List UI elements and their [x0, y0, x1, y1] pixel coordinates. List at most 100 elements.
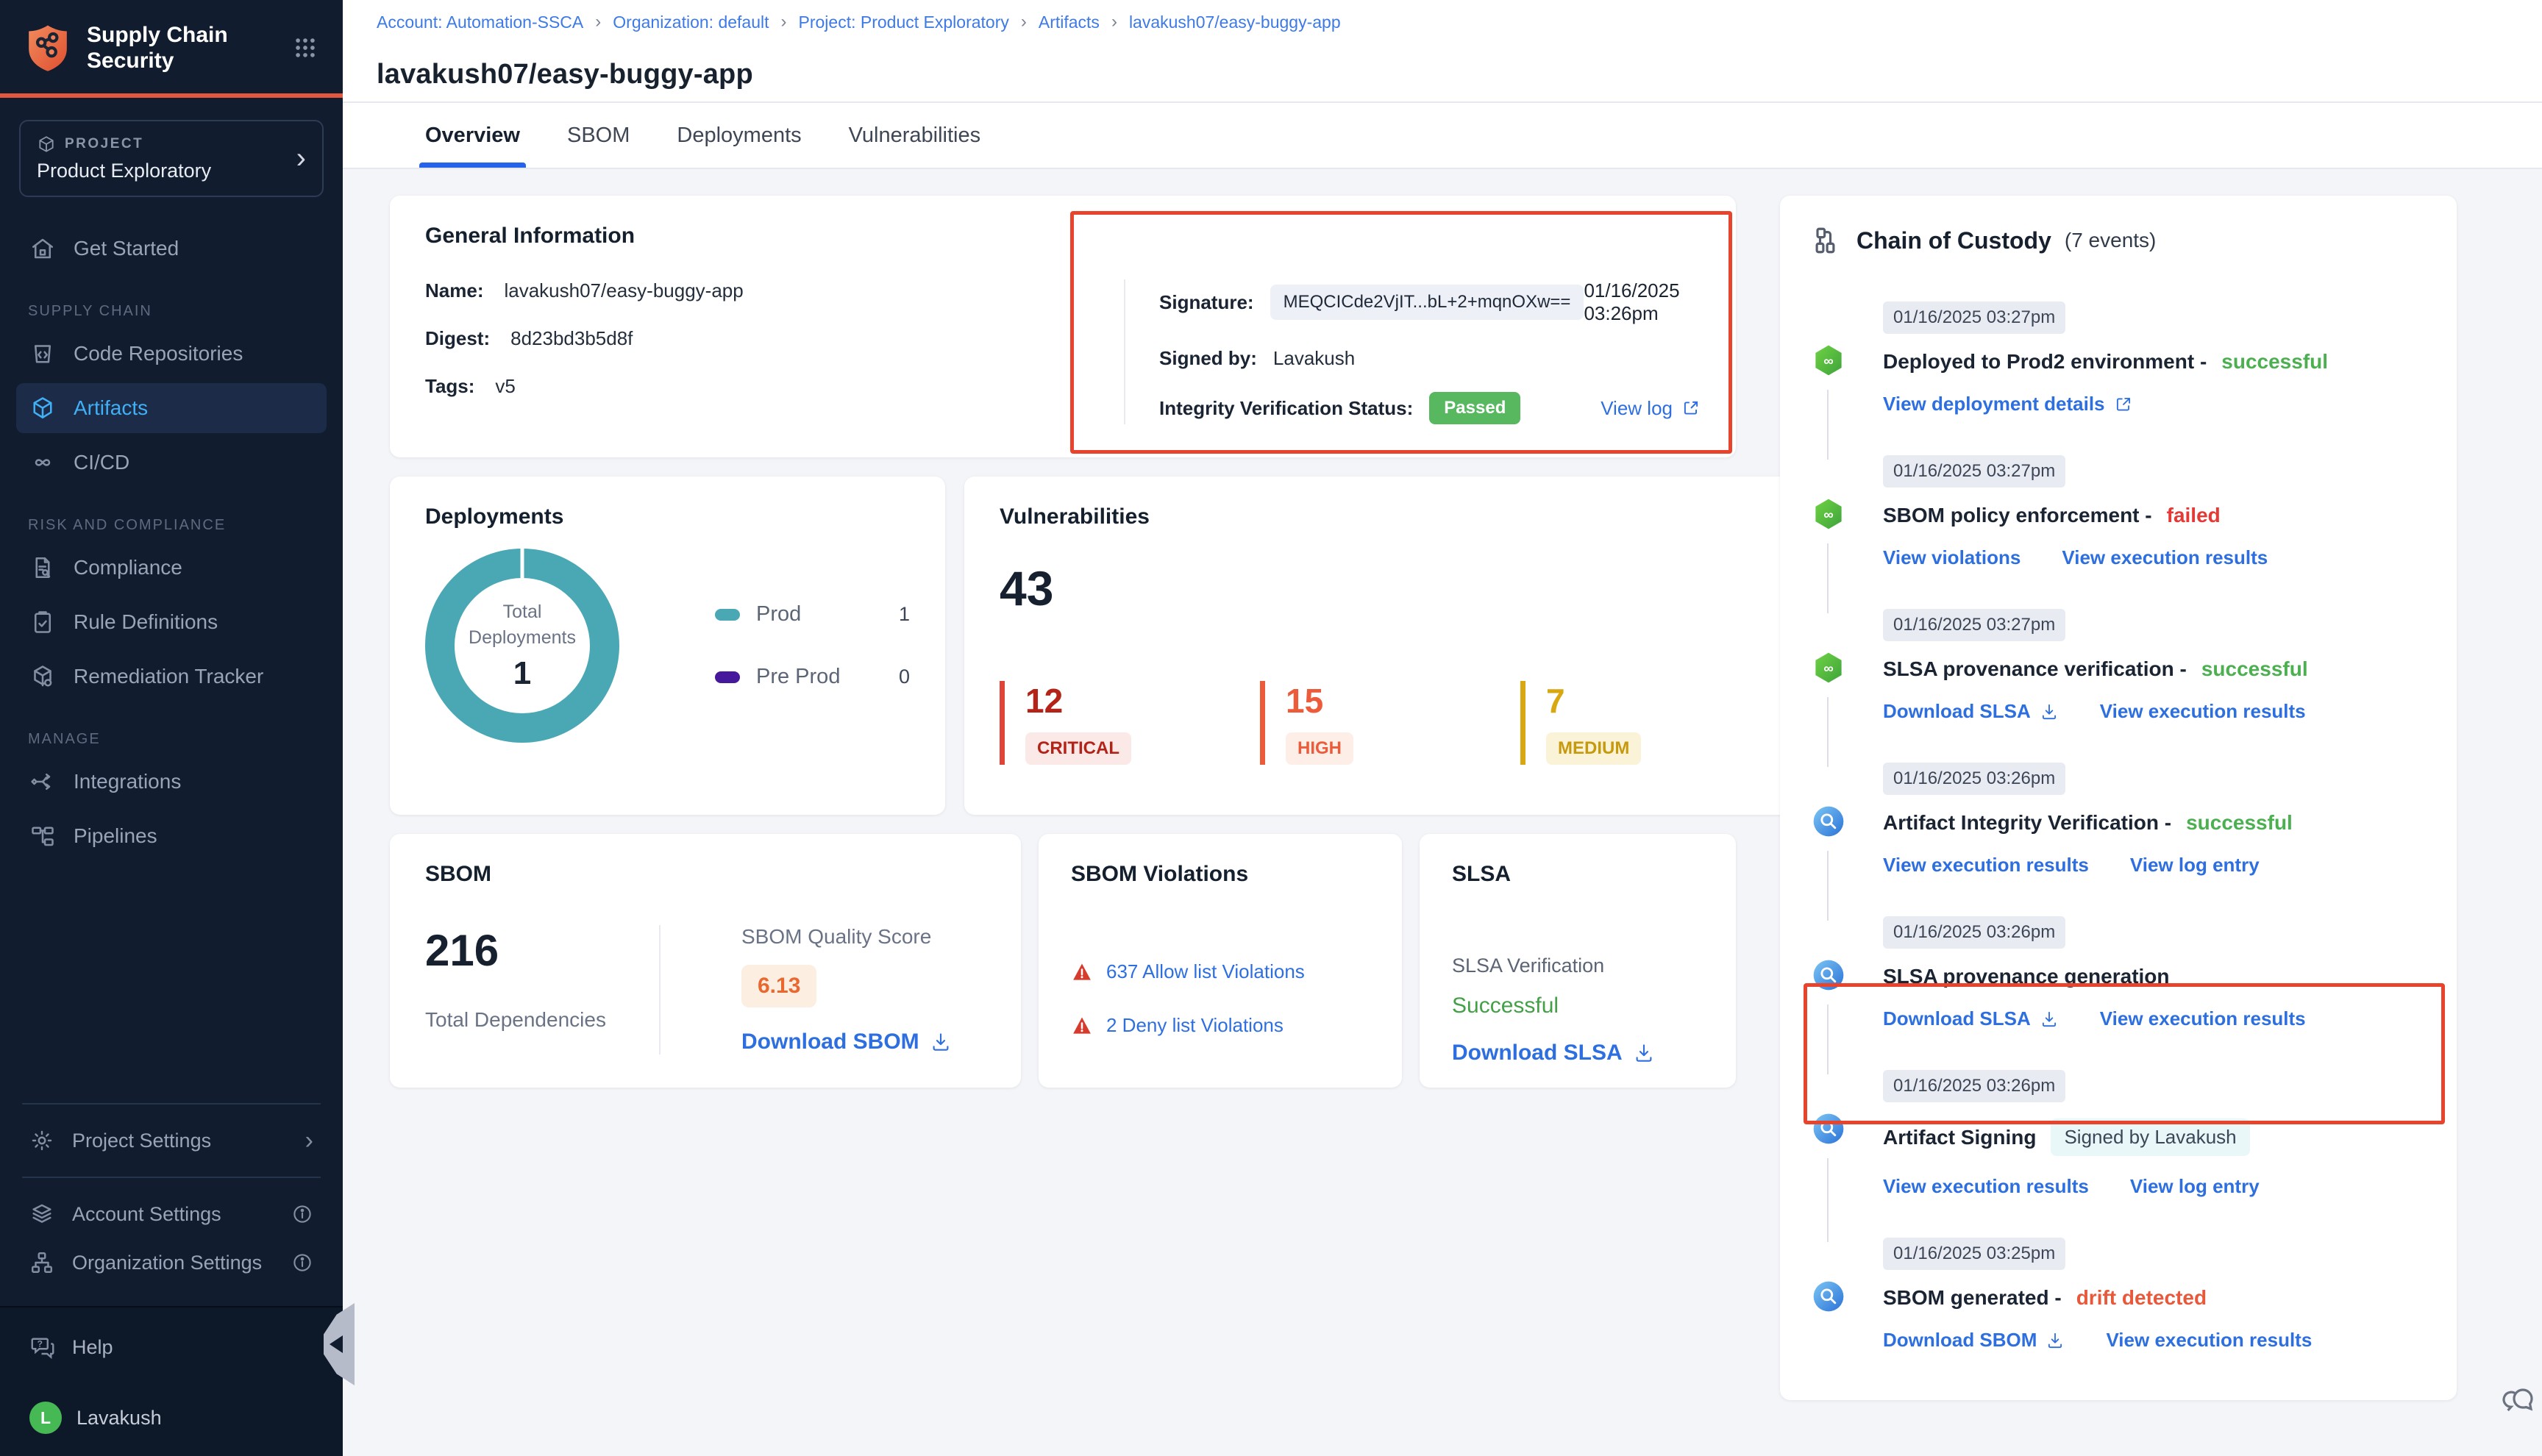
app-root: Supply Chain Security PROJECT [0, 0, 2542, 1456]
sbom-total-label: Total Dependencies [425, 1008, 659, 1032]
event-link-view-log-entry[interactable]: View log entry [2130, 854, 2260, 877]
download-icon [1633, 1042, 1655, 1064]
sidebar-item-compliance[interactable]: Compliance [16, 543, 327, 593]
svg-text:∞: ∞ [1823, 660, 1833, 676]
scan-circle-icon [1812, 959, 1845, 991]
event-timestamp: 01/16/2025 03:27pm [1883, 301, 2065, 334]
slsa-title: SLSA [1452, 862, 1703, 887]
violation-link-label: 2 Deny list Violations [1106, 1014, 1284, 1037]
sidebar-header: Supply Chain Security [0, 0, 343, 93]
info-icon [291, 1203, 313, 1225]
sidebar-item-ci-cd[interactable]: CI/CD [16, 438, 327, 488]
chain-event-deployed-to-prod2-environment: ∞01/16/2025 03:27pmDeployed to Prod2 env… [1812, 301, 2424, 455]
sidebar-item-rule-definitions[interactable]: Rule Definitions [16, 597, 327, 647]
download-slsa-link[interactable]: Download SLSA [1452, 1041, 1703, 1066]
breadcrumb: Account: Automation-SSCA›Organization: d… [343, 0, 2542, 44]
event-link-view-execution-results[interactable]: View execution results [2100, 1007, 2306, 1030]
titlebar: lavakush07/easy-buggy-app [343, 44, 2542, 103]
sidebar-user-area: ? Help L Lavakush [0, 1306, 343, 1456]
event-link-label: Download SLSA [1883, 700, 2031, 723]
scan-circle-icon [1812, 805, 1845, 838]
event-link-view-deployment-details[interactable]: View deployment details [1883, 393, 2133, 415]
download-icon [2046, 1331, 2065, 1350]
donut-total-value: 1 [513, 655, 531, 692]
download-icon [2040, 1010, 2059, 1029]
sidebar-item-get-started[interactable]: Get Started [16, 224, 327, 274]
sidebar-item-label: Code Repositories [74, 342, 243, 365]
event-link-view-execution-results[interactable]: View execution results [1883, 854, 2089, 877]
sidebar-item-label: Pipelines [74, 824, 157, 848]
event-title-row: Deployed to Prod2 environment - successf… [1883, 350, 2424, 374]
breadcrumb-item-3[interactable]: Project: Product Exploratory [799, 13, 1009, 32]
main-area: Account: Automation-SSCA›Organization: d… [343, 0, 2542, 1456]
sidebar-item-artifacts[interactable]: Artifacts [16, 383, 327, 433]
help-button[interactable]: ? Help [29, 1334, 313, 1360]
project-selector[interactable]: PROJECT Product Exploratory › [19, 120, 324, 197]
tab-overview[interactable]: Overview [425, 103, 520, 168]
event-link-view-execution-results[interactable]: View execution results [2100, 700, 2306, 723]
sidebar-item-label: CI/CD [74, 451, 129, 474]
general-information-title: General Information [425, 224, 1701, 249]
sidebar-item-label: Artifacts [74, 396, 148, 420]
event-timestamp: 01/16/2025 03:27pm [1883, 609, 2065, 641]
event-link-download-slsa[interactable]: Download SLSA [1883, 1007, 2059, 1030]
app-switcher-grid-icon[interactable] [293, 35, 318, 60]
field-value: lavakush07/easy-buggy-app [504, 279, 743, 302]
tab-deployments[interactable]: Deployments [677, 103, 801, 168]
violation-link-637-allow-list-violations[interactable]: 637 Allow list Violations [1071, 960, 1370, 983]
integrity-status-label: Integrity Verification Status: [1159, 397, 1413, 420]
help-chat-icon: ? [29, 1334, 56, 1360]
avatar: L [29, 1402, 62, 1434]
download-icon [2040, 702, 2059, 721]
download-sbom-link[interactable]: Download SBOM [741, 1029, 952, 1054]
event-link-view-execution-results[interactable]: View execution results [2062, 546, 2268, 569]
project-box-icon [37, 135, 56, 154]
event-title: Artifact Signing [1883, 1126, 2036, 1149]
pipelines-icon [29, 823, 56, 849]
sidebar-item-pipelines[interactable]: Pipelines [16, 811, 327, 861]
event-title-row: SBOM generated - drift detected [1883, 1286, 2424, 1310]
event-link-download-sbom[interactable]: Download SBOM [1883, 1329, 2065, 1352]
sidebar-item-organization-settings[interactable]: Organization Settings [0, 1238, 343, 1287]
sidebar: Supply Chain Security PROJECT [0, 0, 343, 1456]
code-repo-icon [29, 340, 56, 367]
violation-link-2-deny-list-violations[interactable]: 2 Deny list Violations [1071, 1014, 1370, 1037]
field-value: v5 [495, 375, 515, 398]
event-title: SBOM policy enforcement - [1883, 504, 2152, 527]
nav-section-label: SUPPLY CHAIN [28, 303, 327, 320]
breadcrumb-item-2[interactable]: Organization: default [613, 13, 769, 32]
sidebar-item-remediation-tracker[interactable]: Remediation Tracker [16, 652, 327, 702]
sidebar-item-integrations[interactable]: Integrations [16, 757, 327, 807]
sidebar-item-account-settings[interactable]: Account Settings [0, 1190, 343, 1238]
sidebar-item-code-repositories[interactable]: Code Repositories [16, 329, 327, 379]
tab-sbom[interactable]: SBOM [567, 103, 630, 168]
user-menu[interactable]: L Lavakush [29, 1402, 313, 1434]
view-log-link[interactable]: View log [1601, 397, 1701, 420]
artifacts-icon [29, 395, 56, 421]
general-information-card: General Information Name:lavakush07/easy… [390, 196, 1736, 457]
event-link-view-violations[interactable]: View violations [1883, 546, 2021, 569]
footer-item-label: Account Settings [72, 1203, 221, 1226]
breadcrumb-item-1[interactable]: Account: Automation-SSCA [377, 13, 583, 32]
breadcrumb-item-5[interactable]: lavakush07/easy-buggy-app [1129, 13, 1341, 32]
chain-event-sbom-generated: 01/16/2025 03:25pmSBOM generated - drift… [1812, 1238, 2424, 1391]
breadcrumb-item-4[interactable]: Artifacts [1039, 13, 1100, 32]
download-icon [930, 1031, 952, 1053]
chat-widget-icon[interactable] [2502, 1382, 2538, 1418]
event-title-row: SLSA provenance verification - successfu… [1883, 657, 2424, 681]
event-links: View execution results View log entry [1883, 1175, 2424, 1198]
event-link-download-slsa[interactable]: Download SLSA [1883, 700, 2059, 723]
app-title: Supply Chain Security [87, 22, 277, 74]
event-link-label: View log entry [2130, 854, 2260, 877]
sidebar-item-label: Compliance [74, 556, 182, 579]
event-link-label: View execution results [2106, 1329, 2312, 1352]
tab-vulnerabilities[interactable]: Vulnerabilities [849, 103, 980, 168]
chain-event-slsa-provenance-verification: ∞ 01/16/2025 03:27pm SLSA provenance verif… [1812, 609, 2424, 763]
sidebar-item-project-settings[interactable]: Project Settings› [0, 1116, 343, 1165]
slsa-verification-status: Successful [1452, 993, 1703, 1018]
event-link-view-execution-results[interactable]: View execution results [2106, 1329, 2312, 1352]
event-link-view-log-entry[interactable]: View log entry [2130, 1175, 2260, 1198]
event-link-view-execution-results[interactable]: View execution results [1883, 1175, 2089, 1198]
field-value: 8d23bd3b5d8f [510, 327, 633, 350]
event-link-label: View violations [1883, 546, 2021, 569]
